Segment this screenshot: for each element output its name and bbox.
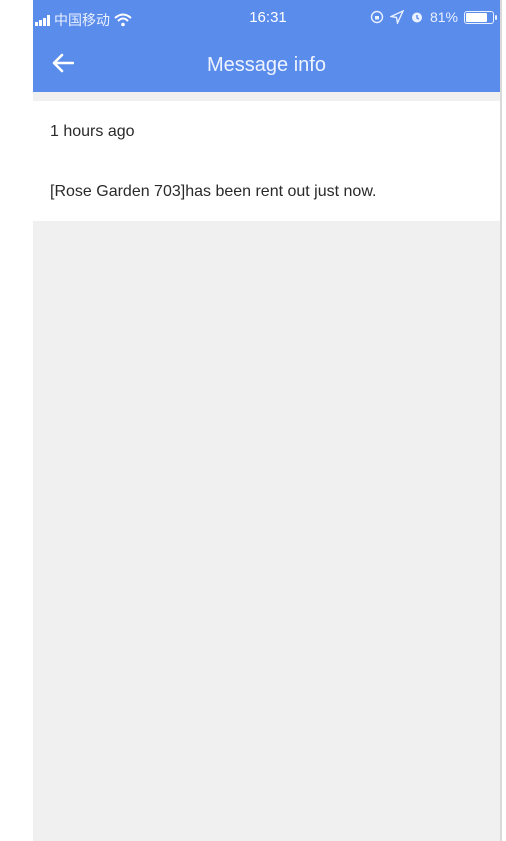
alarm-icon [411,12,422,23]
battery-fill [466,12,488,22]
message-text: [Rose Garden 703]has been rent out just … [50,183,377,200]
signal-icon [35,14,50,26]
app-screen: 中国移动 16:31 81% Message info 1 hours ago … [33,0,500,841]
wifi-icon [114,13,132,27]
battery-percent: 81% [429,9,458,25]
lock-rotation-icon [370,10,384,24]
app-header: 中国移动 16:31 81% Message info [33,0,500,92]
status-right: 81% [370,9,497,25]
message-time: 1 hours ago [50,123,135,140]
status-left: 中国移动 [35,10,132,30]
status-time: 16:31 [249,9,287,26]
carrier-label: 中国移动 [54,12,110,28]
message-card: 1 hours ago [Rose Garden 703]has been re… [33,101,500,221]
status-bar: 中国移动 16:31 81% [33,0,500,36]
page-title: Message info [207,54,326,76]
screen-edge [500,0,502,841]
location-icon [389,10,404,24]
battery-icon [464,10,497,24]
